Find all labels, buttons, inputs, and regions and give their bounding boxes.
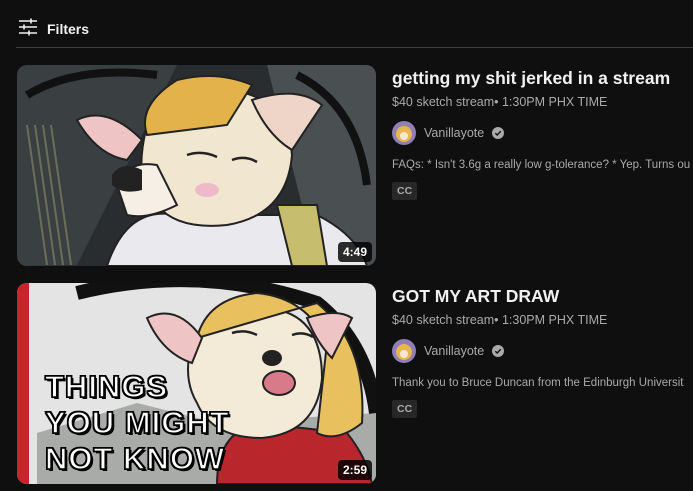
video-title[interactable]: GOT MY ART DRAW	[392, 286, 693, 307]
divider	[16, 47, 693, 48]
overlay-line: THINGS	[44, 368, 169, 405]
channel-link[interactable]: Vanillayote	[392, 121, 693, 145]
video-thumbnail[interactable]: 4:49	[17, 65, 376, 266]
overlay-line: YOU MIGHT	[44, 404, 230, 441]
filters-button[interactable]: Filters	[18, 18, 89, 40]
video-description: Thank you to Bruce Duncan from the Edinb…	[392, 377, 684, 389]
video-meta: $40 sketch stream• 1:30PM PHX TIME	[392, 313, 608, 327]
video-info: getting my shit jerked in a stream $40 s…	[392, 65, 693, 200]
verified-icon	[492, 345, 505, 357]
channel-link[interactable]: Vanillayote	[392, 339, 693, 363]
video-thumbnail[interactable]: THINGS YOU MIGHT NOT KNOW 2:59	[17, 283, 376, 484]
video-meta: $40 sketch stream• 1:30PM PHX TIME	[392, 95, 608, 109]
cc-badge: CC	[392, 182, 418, 200]
filters-label: Filters	[47, 21, 90, 37]
video-description: FAQs: * Isn't 3.6g a really low g-tolera…	[392, 159, 691, 171]
cc-badge: CC	[392, 400, 418, 418]
video-info: GOT MY ART DRAW $40 sketch stream• 1:30P…	[392, 283, 693, 418]
channel-avatar[interactable]	[392, 339, 416, 363]
verified-icon	[492, 127, 505, 139]
video-title[interactable]: getting my shit jerked in a stream	[392, 68, 693, 89]
video-duration: 2:59	[337, 460, 372, 480]
channel-avatar[interactable]	[392, 121, 416, 145]
channel-name[interactable]: Vanillayote	[424, 344, 484, 358]
overlay-line: NOT KNOW	[44, 440, 226, 477]
thumbnail-overlay-text: THINGS YOU MIGHT NOT KNOW	[44, 368, 230, 477]
channel-name[interactable]: Vanillayote	[424, 126, 484, 140]
sliders-icon	[18, 18, 38, 41]
video-duration: 4:49	[337, 242, 372, 262]
